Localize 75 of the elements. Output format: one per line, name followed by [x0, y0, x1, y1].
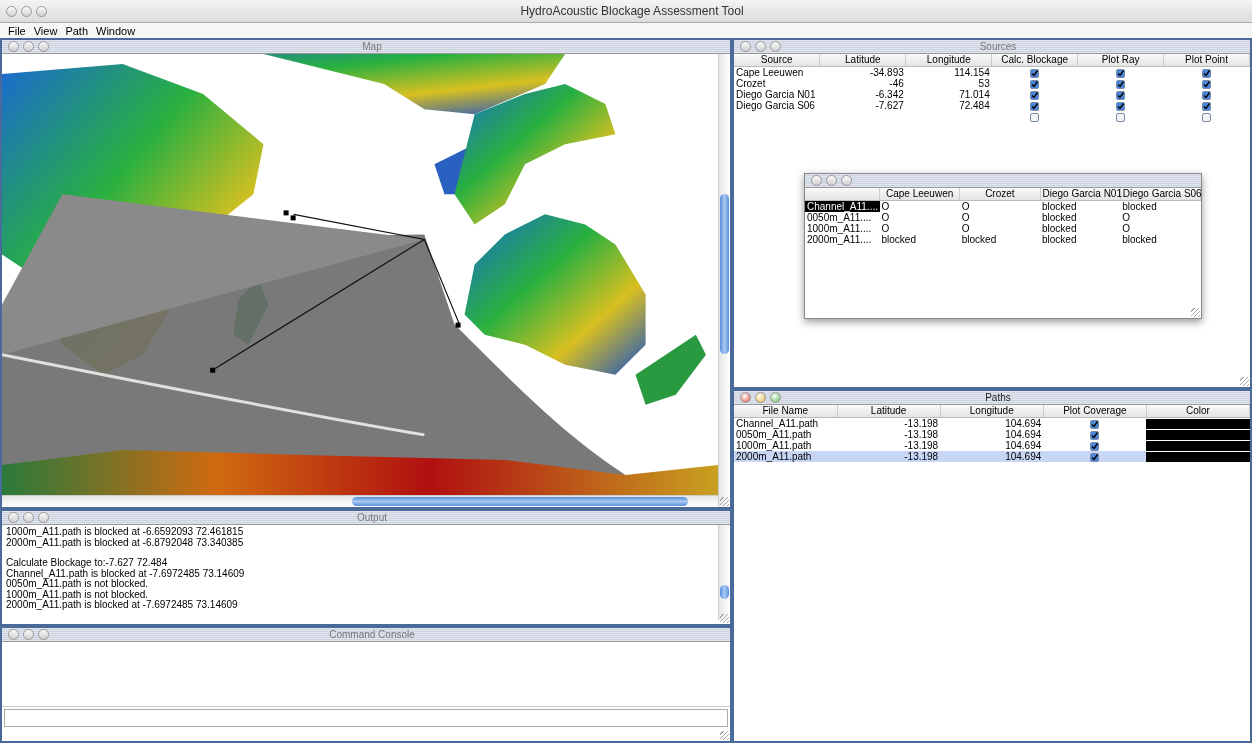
table-cell-text: -7.627: [874, 100, 905, 111]
column-header[interactable]: Diego Garcia S06: [1120, 188, 1201, 201]
row-header-cell[interactable]: 2000m_A11....: [805, 234, 880, 245]
output-line: 2000m_A11.path is blocked at -6.8792048 73.340385: [6, 537, 245, 548]
window-title: Sources: [979, 40, 1018, 53]
column-header[interactable]: Calc. Blockage: [991, 54, 1078, 67]
table-cell: -34.893: [819, 66, 906, 78]
table-cell-text: Diego Garcia N01: [735, 89, 817, 100]
table-cell: 104.694: [940, 440, 1044, 451]
table-cell[interactable]: Channel_A11.path: [734, 417, 838, 429]
column-header[interactable]: Plot Coverage: [1043, 405, 1147, 418]
menu-item[interactable]: File: [8, 24, 26, 37]
table-cell-text: O: [960, 212, 971, 223]
row-header-cell[interactable]: 0050m_A11....: [805, 212, 880, 223]
column-header[interactable]: Crozet: [959, 188, 1040, 201]
table-cell-text: blocked: [1041, 223, 1078, 234]
menu-item[interactable]: Path: [65, 24, 89, 37]
window-title: Paths: [985, 391, 1012, 404]
column-header[interactable]: Color: [1146, 405, 1250, 418]
output-line: 1000m_A11.path is blocked at -6.6592093 72.461815: [6, 527, 245, 538]
table-cell: O: [959, 200, 1040, 212]
table-cell-text: 72.484: [958, 100, 991, 111]
column-header[interactable]: Latitude: [837, 405, 941, 418]
table-cell[interactable]: 0050m_A11.path: [734, 429, 838, 440]
table-cell: blocked: [1040, 200, 1121, 212]
table-cell-text: O: [1121, 212, 1132, 223]
column-header[interactable]: Longitude: [905, 54, 992, 67]
table-cell: Cape Leeuwen: [734, 66, 820, 78]
table-cell-text: blocked: [960, 234, 998, 245]
column-header[interactable]: File Name: [734, 405, 838, 418]
window-title: Output: [357, 511, 388, 524]
table-cell-text: blocked: [880, 234, 917, 245]
row-header-cell[interactable]: 1000m_A11....: [805, 223, 880, 234]
table-cell-text: blocked: [1041, 212, 1078, 223]
output-line: 0050m_A11.path is not blocked.: [6, 579, 150, 590]
column-header[interactable]: Cape Leeuwen: [879, 188, 960, 201]
table-cell: blocked: [1120, 200, 1201, 212]
column-header[interactable]: Plot Ray: [1077, 54, 1164, 67]
table-cell-text: 71.014: [958, 89, 991, 100]
table-cell: -13.198: [837, 451, 941, 462]
table-cell[interactable]: 2000m_A11.path: [734, 451, 838, 462]
column-header[interactable]: Diego Garcia N01: [1040, 188, 1121, 201]
table-cell-text: 53: [977, 78, 991, 89]
table-cell-text: Crozet: [735, 78, 767, 89]
table-cell: 104.694: [940, 417, 1044, 429]
menu-item[interactable]: View: [33, 24, 58, 37]
output-line: 2000m_A11.path is blocked at -7.6972485 73.14609: [6, 600, 239, 611]
table-cell: -13.198: [837, 440, 941, 451]
table-cell-text: O: [960, 223, 971, 234]
table-cell[interactable]: 1000m_A11.path: [734, 440, 838, 451]
column-header[interactable]: Longitude: [940, 405, 1044, 418]
table-cell-text: -46: [888, 78, 905, 89]
menu-item[interactable]: Window: [96, 24, 136, 37]
window-title: Map: [362, 40, 383, 53]
table-cell-text: O: [880, 223, 891, 234]
table-cell-text: 104.694: [1004, 429, 1043, 440]
table-cell: 104.694: [940, 451, 1044, 462]
table-cell: 114.154: [905, 66, 992, 78]
column-header[interactable]: Plot Point: [1163, 54, 1250, 67]
window-title: Command Console: [329, 628, 416, 641]
table-cell-text: O: [1121, 223, 1132, 234]
table-cell-text: O: [880, 212, 891, 223]
column-header[interactable]: Source: [734, 54, 820, 67]
table-cell-text: Diego Garcia S06: [735, 100, 816, 111]
app-title: HydroAcoustic Blockage Assessment Tool: [519, 4, 745, 18]
table-cell-text: -13.198: [903, 429, 940, 440]
table-cell: -13.198: [837, 417, 941, 429]
table-cell-text: blocked: [1041, 234, 1078, 245]
table-cell-text: -6.342: [874, 89, 905, 100]
output-line: Calculate Blockage to:-7.627 72.484: [6, 558, 168, 569]
table-cell: O: [879, 200, 960, 212]
column-header[interactable]: Latitude: [819, 54, 906, 67]
output-line: 1000m_A11.path is not blocked.: [6, 589, 149, 600]
table-cell-text: blocked: [1121, 234, 1158, 245]
output-line: Channel_A11.path is blocked at -7.6972485 73.14609: [6, 568, 246, 579]
